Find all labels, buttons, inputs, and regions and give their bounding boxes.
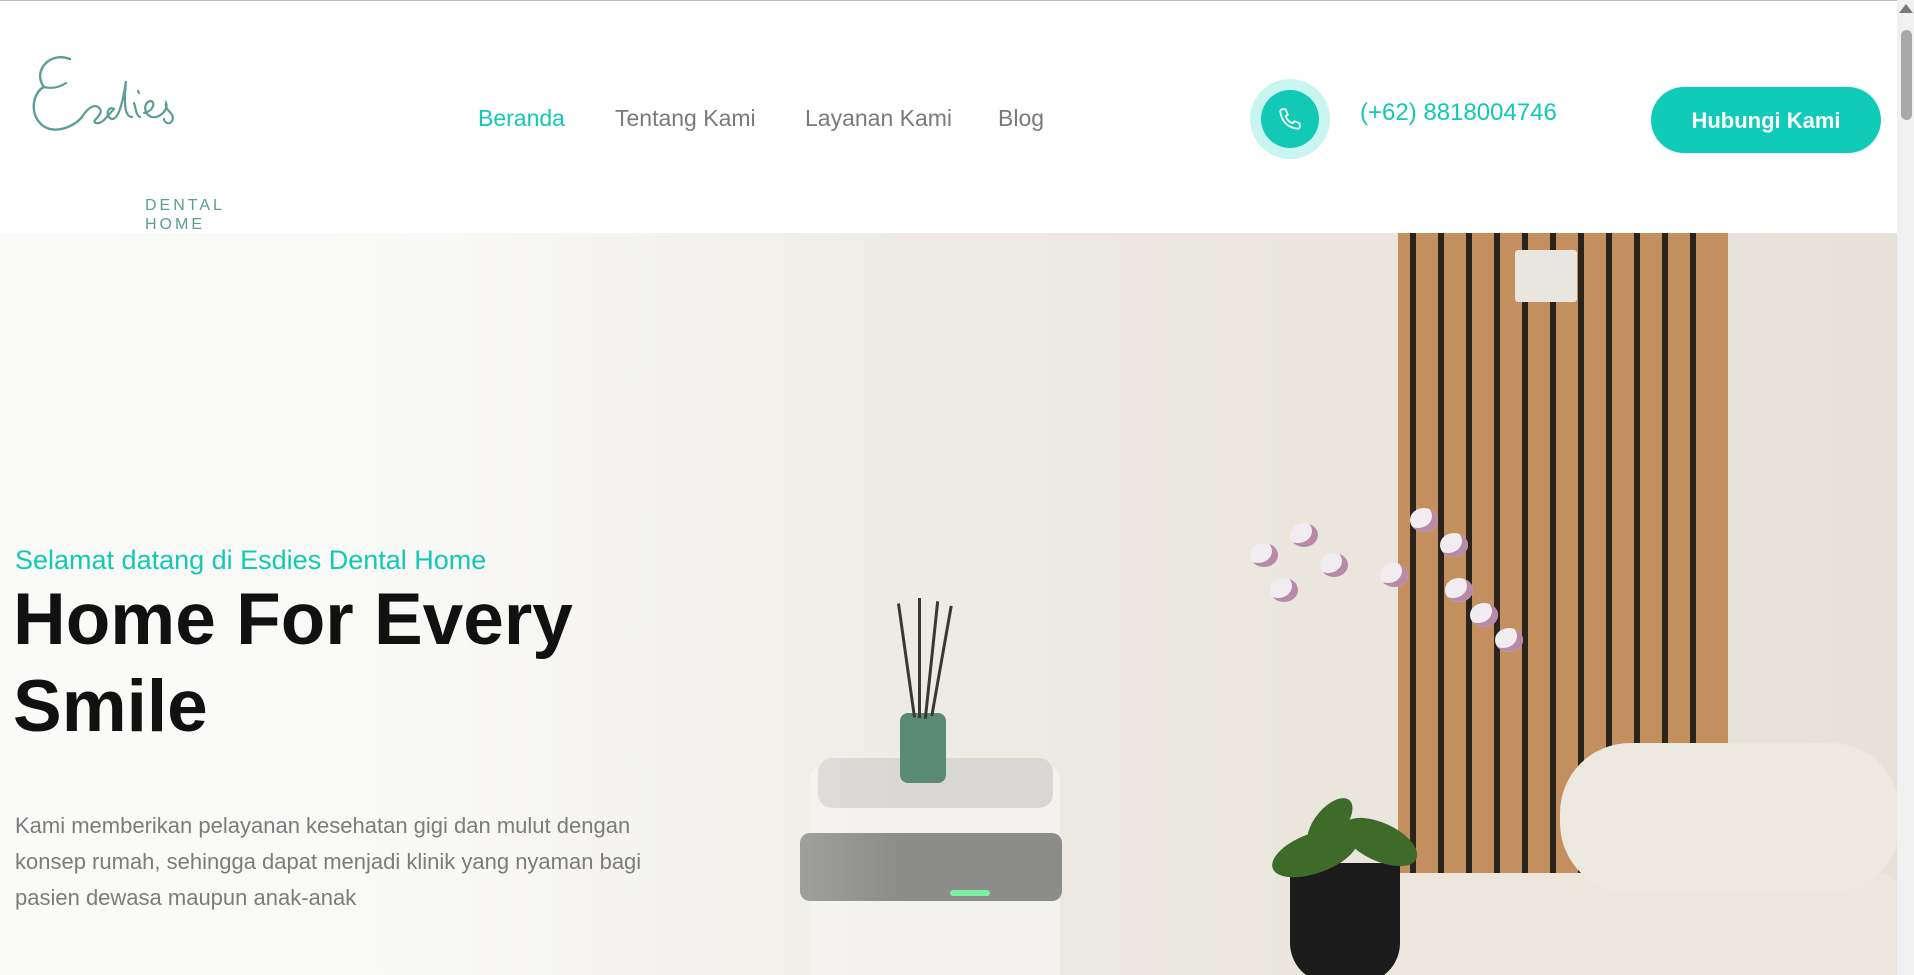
- hero-description: Kami memberikan pelayanan kesehatan gigi…: [15, 813, 642, 910]
- reed-diffuser: [900, 713, 946, 783]
- esdies-script-logo: [32, 56, 174, 131]
- scrollbar-thumb[interactable]: [1901, 30, 1912, 120]
- page-scrollbar[interactable]: [1897, 0, 1914, 975]
- scroll-up-arrow-icon[interactable]: [1899, 4, 1913, 13]
- hero-welcome-text: Selamat datang di Esdies Dental Home: [15, 545, 487, 575]
- phone-number-link[interactable]: (+62) 8818004746: [1360, 99, 1557, 127]
- nav-tentang-kami[interactable]: Tentang Kami: [615, 105, 756, 132]
- logo-sub-home: HOME: [145, 216, 205, 233]
- hero-title: Home For Every Smile: [13, 579, 573, 747]
- contact-us-button[interactable]: Hubungi Kami: [1651, 87, 1881, 153]
- hero-section: Selamat datang di Esdies Dental Home Hom…: [0, 233, 1897, 975]
- nav-layanan-kami[interactable]: Layanan Kami: [805, 105, 952, 132]
- logo-sub-dental: DENTAL: [145, 197, 225, 214]
- wall-vent: [1515, 250, 1577, 302]
- site-header: DENTAL HOME Beranda Tentang Kami Layanan…: [0, 1, 1897, 233]
- nav-blog[interactable]: Blog: [998, 105, 1044, 132]
- phone-icon[interactable]: [1261, 90, 1319, 148]
- site-logo[interactable]: DENTAL HOME: [30, 51, 222, 233]
- logo-subtitle: DENTAL HOME: [145, 196, 225, 234]
- chair-headrest: [1560, 743, 1897, 893]
- nav-beranda[interactable]: Beranda: [478, 105, 565, 132]
- plant-pot: [1290, 863, 1400, 975]
